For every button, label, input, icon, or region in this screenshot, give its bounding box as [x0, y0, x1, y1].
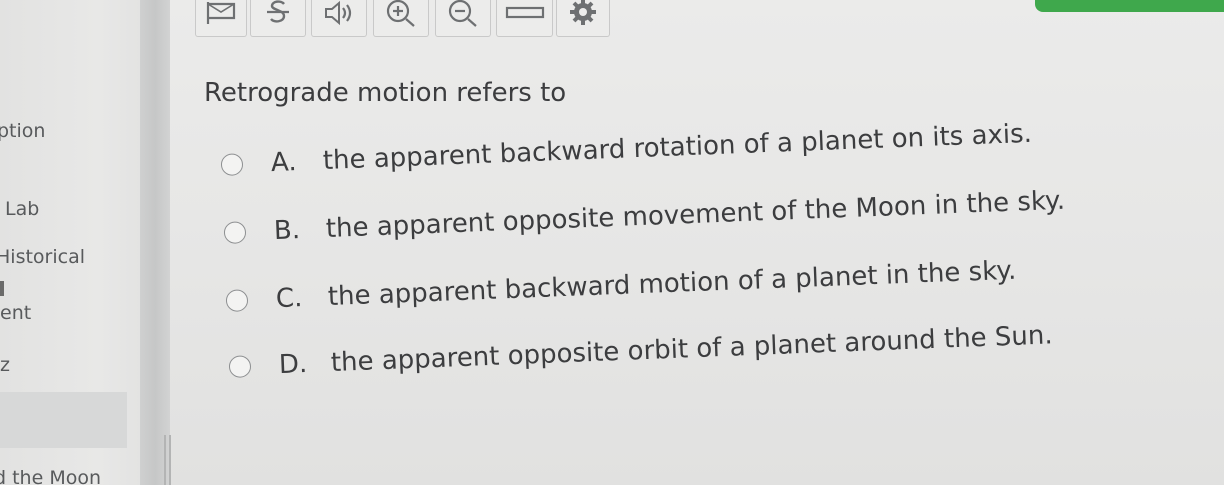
answer-option-d[interactable]: D. the apparent opposite orbit of a plan… — [228, 320, 1053, 382]
radio-button[interactable] — [228, 355, 252, 378]
answer-option-c[interactable]: C. the apparent backward motion of a pla… — [225, 255, 1017, 316]
radio-button[interactable] — [223, 221, 247, 244]
screen: ption Lab Historical ent z d the Moon Re… — [0, 0, 1224, 485]
option-text: the apparent opposite orbit of a planet … — [330, 320, 1054, 379]
radio-button[interactable] — [220, 153, 244, 176]
question-prompt: Retrograde motion refers to — [204, 78, 567, 108]
option-letter: B. — [273, 215, 301, 247]
radio-button[interactable] — [225, 289, 249, 312]
option-text: the apparent backward motion of a planet… — [327, 255, 1017, 313]
answer-option-b[interactable]: B. the apparent opposite movement of the… — [223, 185, 1066, 248]
option-letter: C. — [275, 283, 303, 315]
option-text: the apparent opposite movement of the Mo… — [325, 185, 1066, 245]
question-panel: Retrograde motion refers to A. the appar… — [0, 0, 1224, 485]
answer-option-a[interactable]: A. the apparent backward rotation of a p… — [220, 119, 1032, 180]
option-text: the apparent backward rotation of a plan… — [322, 118, 1033, 177]
option-letter: D. — [278, 349, 308, 381]
option-letter: A. — [270, 147, 298, 179]
